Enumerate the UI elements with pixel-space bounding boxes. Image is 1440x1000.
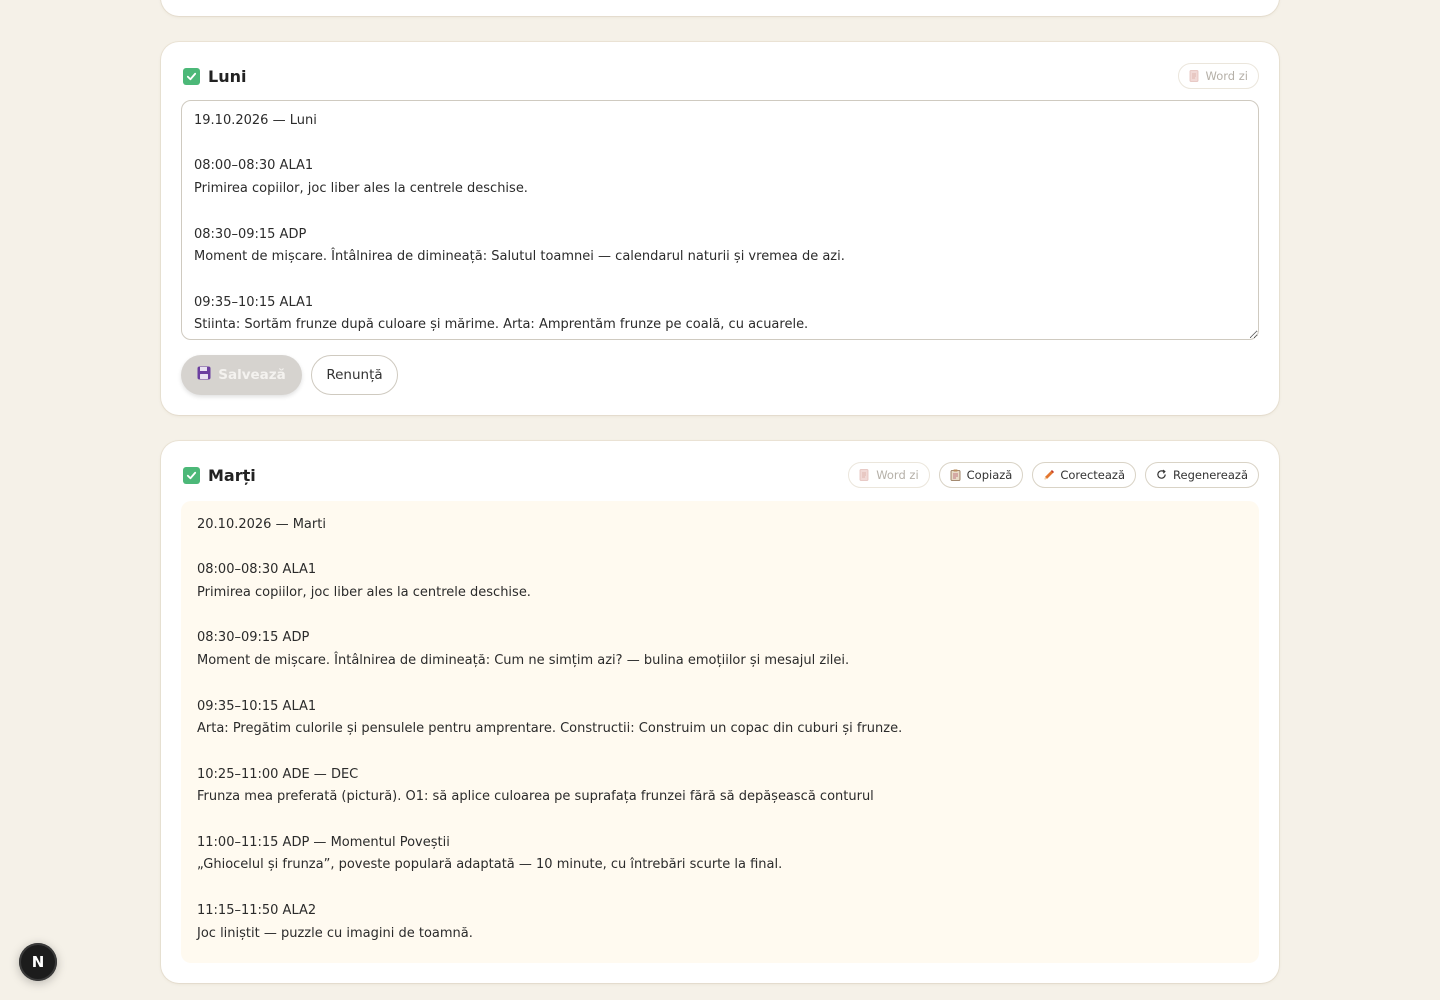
word-day-label: Word zi	[876, 468, 919, 482]
badge-letter: N	[31, 953, 45, 971]
day-card-header: Marți Word zi Copiază Corectează Regener…	[183, 461, 1259, 489]
plan-line: Moment de mișcare. Întâlnirea de diminea…	[197, 653, 850, 669]
pencil-icon	[1043, 469, 1055, 481]
document-icon	[859, 469, 870, 481]
day-plan-editor[interactable]	[181, 100, 1259, 340]
plan-line	[197, 537, 1243, 560]
plan-line	[197, 741, 1243, 764]
plan-line: Arta: Pregătim culorile și pensulele pen…	[197, 721, 903, 737]
plan-line: 08:30–09:15 ADP	[197, 630, 310, 646]
word-day-button[interactable]: Word zi	[1177, 63, 1259, 89]
plan-line	[197, 673, 1243, 696]
plan-line: 09:35–10:15 ALA1	[197, 698, 317, 714]
day-title: Marți	[208, 465, 256, 485]
previous-day-card	[161, 0, 1279, 16]
plan-line: 20.10.2026 — Marti	[197, 517, 326, 532]
save-label: Salvează	[218, 367, 286, 383]
plan-line: 11:00–11:15 ADP — Momentul Poveștii	[197, 834, 450, 850]
dev-tools-badge[interactable]: N	[19, 943, 57, 981]
day-card-luni: Luni Word zi Salvează Renunță	[161, 42, 1279, 415]
correct-label: Corectează	[1060, 468, 1126, 482]
plan-line: Joc liniștit — puzzle cu imagini de toam…	[197, 925, 473, 941]
plan-line: 11:15–11:50 ALA2	[197, 902, 317, 918]
plan-line: 08:00–08:30 ALA1	[197, 562, 317, 578]
word-day-button[interactable]: Word zi	[848, 462, 930, 488]
day-actions: Word zi	[1177, 63, 1259, 89]
save-button[interactable]: Salvează	[181, 355, 302, 395]
plan-line: Primirea copiilor, joc liber ales la cen…	[197, 585, 531, 601]
day-card-marti: Marți Word zi Copiază Corectează Regener…	[161, 441, 1279, 983]
regenerate-button[interactable]: Regenerează	[1145, 462, 1259, 488]
refresh-icon	[1156, 469, 1167, 481]
plan-line: „Ghiocelul și frunza”, poveste populară …	[197, 857, 783, 873]
plan-line	[197, 605, 1243, 628]
cancel-button[interactable]: Renunță	[311, 355, 398, 395]
check-icon[interactable]	[183, 466, 200, 484]
floppy-disk-icon	[197, 366, 211, 384]
day-plan-content: 20.10.2026 — Marti 08:00–08:30 ALA1 Prim…	[181, 501, 1259, 963]
copy-button[interactable]: Copiază	[938, 462, 1024, 488]
plan-line	[197, 877, 1243, 900]
word-day-label: Word zi	[1205, 69, 1248, 83]
plan-line: 10:25–11:00 ADE — DEC	[197, 766, 359, 782]
check-icon[interactable]	[183, 67, 200, 85]
regenerate-label: Regenerează	[1173, 468, 1248, 482]
plan-line	[197, 809, 1243, 832]
day-actions: Word zi Copiază Corectează Regenerează	[848, 462, 1259, 488]
copy-label: Copiază	[966, 468, 1013, 482]
day-card-header: Luni Word zi	[183, 62, 1259, 90]
day-title: Luni	[208, 66, 247, 86]
document-icon	[1189, 70, 1200, 82]
plan-line: Frunza mea preferată (pictură). O1: să a…	[197, 789, 874, 805]
correct-button[interactable]: Corectează	[1032, 462, 1137, 488]
clipboard-icon	[950, 469, 961, 481]
edit-actions: Salvează Renunță	[181, 355, 398, 395]
